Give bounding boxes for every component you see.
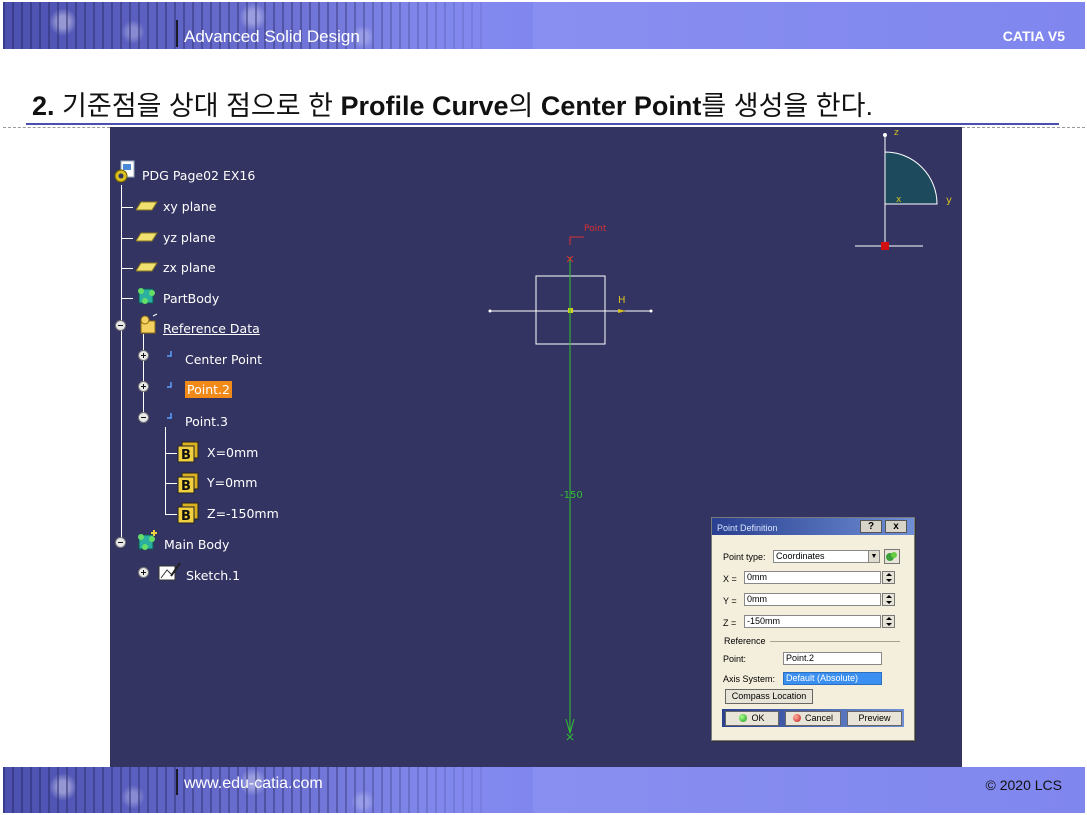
point-definition-dialog: Point Definition ? x Point type: Coordin… (711, 517, 915, 741)
heading-text-2: 의 (508, 91, 534, 121)
footer-divider (176, 769, 178, 795)
cancel-icon (792, 714, 801, 722)
help-button[interactable]: ? (860, 520, 882, 533)
compass-options-icon[interactable] (884, 549, 900, 564)
reference-separator (770, 641, 900, 642)
z-label: Z = (723, 618, 737, 628)
preview-button[interactable]: Preview (847, 711, 902, 726)
point-marker-end (566, 733, 574, 741)
ok-button[interactable]: OK (725, 711, 779, 726)
axis-compass[interactable] (855, 133, 938, 250)
heading-rule (26, 123, 1059, 125)
axis-system-label: Axis System: (723, 674, 776, 684)
point-reference-label: Point: (723, 654, 747, 664)
heading-bold-2: Center Point (540, 91, 702, 121)
guide-line-top (3, 127, 110, 128)
heading-text-1: 기준점을 상대 점으로 한 (62, 91, 333, 121)
chevron-down-icon: ▼ (868, 551, 879, 562)
z-spinner[interactable] (882, 615, 895, 628)
ok-icon (739, 714, 748, 722)
ok-label: OK (751, 713, 765, 723)
point-type-select[interactable]: Coordinates ▼ (773, 550, 880, 563)
cancel-label: Cancel (804, 713, 833, 723)
footer-fade (333, 767, 533, 813)
point-leader (569, 236, 584, 245)
course-title: Advanced Solid Design (184, 27, 360, 46)
h-axis-label: H (618, 295, 626, 306)
page-heading: 2. 기준점을 상대 점으로 한 Profile Curve의 Center P… (32, 84, 873, 123)
reference-group-label: Reference (724, 636, 766, 646)
compass-y-label: y (946, 195, 952, 206)
heading-bold-1: Profile Curve (340, 91, 509, 121)
dialog-title: Point Definition (717, 523, 778, 533)
header-fade (333, 2, 533, 49)
header-divider (176, 20, 178, 47)
x-label: X = (723, 574, 737, 584)
point-type-value: Coordinates (776, 551, 825, 561)
compass-z-label: z (894, 128, 899, 138)
compass-x-label: x (896, 195, 902, 205)
product-name: CATIA V5 (1002, 28, 1065, 44)
compass-location-button[interactable]: Compass Location (725, 689, 813, 704)
x-spinner[interactable] (882, 571, 895, 584)
profile-point-label: Point (584, 224, 607, 234)
y-spinner[interactable] (882, 593, 895, 606)
dialog-title-bar[interactable]: Point Definition ? x (712, 518, 914, 535)
point-type-label: Point type: (723, 552, 766, 562)
website-link[interactable]: www.edu-catia.com (184, 775, 323, 793)
y-label: Y = (723, 596, 737, 606)
footer-banner: www.edu-catia.com © 2020 LCS (3, 767, 1085, 813)
point-reference-field[interactable]: Point.2 (783, 652, 882, 665)
z-input[interactable]: -150mm (744, 615, 881, 628)
x-input[interactable]: 0mm (744, 571, 881, 584)
header-banner: Advanced Solid Design CATIA V5 (3, 2, 1085, 49)
close-button[interactable]: x (885, 520, 907, 533)
cancel-button[interactable]: Cancel (785, 711, 841, 726)
y-input[interactable]: 0mm (744, 593, 881, 606)
axis-system-field[interactable]: Default (Absolute) (783, 672, 882, 685)
heading-step: 2. (32, 91, 55, 121)
guide-line-top-right (962, 127, 1085, 128)
dimension-label: -150 (560, 490, 583, 501)
heading-text-3: 를 생성을 한다. (701, 91, 873, 121)
copyright: © 2020 LCS (985, 777, 1062, 793)
